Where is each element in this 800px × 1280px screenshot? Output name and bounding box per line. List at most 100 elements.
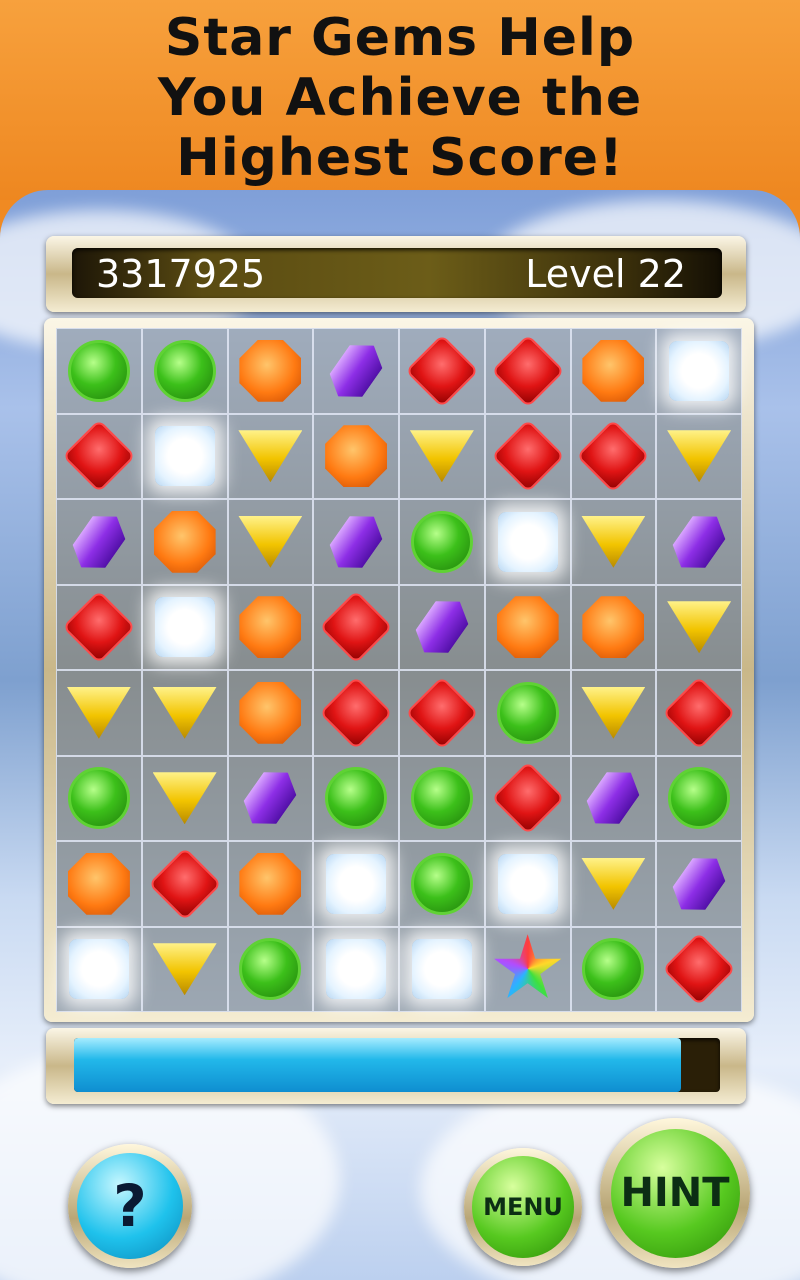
- board-cell[interactable]: [399, 755, 485, 841]
- red-gem-icon: [490, 761, 565, 836]
- red-gem-icon: [576, 419, 651, 494]
- board-cell[interactable]: [56, 584, 142, 670]
- board-cell[interactable]: [399, 584, 485, 670]
- white-gem-icon: [326, 853, 387, 914]
- board-cell[interactable]: [313, 841, 399, 927]
- board-cell[interactable]: [56, 926, 142, 1012]
- board-cell[interactable]: [313, 584, 399, 670]
- progress-fill: [74, 1038, 682, 1092]
- board-cell[interactable]: [484, 926, 571, 1012]
- board-cell[interactable]: [656, 413, 742, 499]
- white-gem-icon: [154, 426, 215, 487]
- board-cell[interactable]: [656, 670, 742, 756]
- board-cell[interactable]: [484, 584, 571, 670]
- green-gem-icon: [67, 767, 130, 830]
- board-cell[interactable]: [313, 926, 399, 1012]
- purple-gem-icon: [236, 761, 304, 835]
- board-cell[interactable]: [399, 499, 485, 585]
- board-cell[interactable]: [227, 328, 314, 414]
- purple-gem-icon: [322, 334, 390, 408]
- board-cell[interactable]: [313, 755, 399, 841]
- board-cell[interactable]: [227, 755, 314, 841]
- board-cell[interactable]: [656, 926, 742, 1012]
- banner-line-1: Star Gems Help: [164, 8, 636, 68]
- board-cell[interactable]: [399, 841, 485, 927]
- board-cell[interactable]: [399, 413, 485, 499]
- board-cell[interactable]: [313, 328, 399, 414]
- board-cell[interactable]: [570, 755, 657, 841]
- red-gem-icon: [662, 932, 736, 1007]
- board-cell[interactable]: [141, 926, 228, 1012]
- orange-gem-icon: [239, 596, 302, 659]
- board-cell[interactable]: [484, 413, 571, 499]
- green-gem-icon: [410, 767, 473, 830]
- orange-gem-icon: [67, 852, 130, 915]
- board-cell[interactable]: [227, 499, 314, 585]
- board-cell[interactable]: [141, 413, 228, 499]
- board-cell[interactable]: [227, 926, 314, 1012]
- yellow-gem-icon: [581, 857, 646, 910]
- orange-gem-icon: [239, 339, 302, 402]
- red-gem-icon: [405, 675, 479, 750]
- board-cell[interactable]: [313, 499, 399, 585]
- orange-gem-icon: [239, 681, 302, 744]
- board-cell[interactable]: [570, 670, 657, 756]
- hint-button[interactable]: HINT: [600, 1118, 750, 1268]
- board-cell[interactable]: [484, 328, 571, 414]
- board-cell[interactable]: [656, 328, 742, 414]
- board-cell[interactable]: [570, 926, 657, 1012]
- board-cell[interactable]: [570, 499, 657, 585]
- board-cell[interactable]: [141, 328, 228, 414]
- board-cell[interactable]: [399, 670, 485, 756]
- red-gem-icon: [490, 333, 565, 408]
- score-value: 3317925: [96, 252, 266, 296]
- board-cell[interactable]: [484, 755, 571, 841]
- board-cell[interactable]: [570, 328, 657, 414]
- board-cell[interactable]: [141, 670, 228, 756]
- board-cell[interactable]: [570, 413, 657, 499]
- board-cell[interactable]: [656, 584, 742, 670]
- board-cell[interactable]: [656, 755, 742, 841]
- board-cell[interactable]: [141, 499, 228, 585]
- progress-bar: [74, 1038, 720, 1092]
- board-cell[interactable]: [227, 413, 314, 499]
- green-gem-icon: [410, 510, 473, 573]
- board-cell[interactable]: [227, 670, 314, 756]
- board-cell[interactable]: [313, 413, 399, 499]
- help-icon: ?: [76, 1152, 184, 1260]
- help-label: ?: [113, 1172, 147, 1240]
- white-gem-icon: [68, 939, 129, 1000]
- purple-gem-icon: [322, 505, 390, 579]
- board-cell[interactable]: [656, 499, 742, 585]
- board-cell[interactable]: [570, 584, 657, 670]
- board-cell[interactable]: [141, 584, 228, 670]
- board-cell[interactable]: [399, 926, 485, 1012]
- board-cell[interactable]: [227, 584, 314, 670]
- menu-button-face: MENU: [472, 1156, 574, 1258]
- board-cell[interactable]: [56, 670, 142, 756]
- help-button[interactable]: ?: [68, 1144, 192, 1268]
- board-cell[interactable]: [656, 841, 742, 927]
- board-cell[interactable]: [313, 670, 399, 756]
- white-gem-icon: [497, 853, 558, 914]
- board-cell[interactable]: [484, 499, 571, 585]
- purple-gem-icon: [665, 847, 733, 921]
- board-cell[interactable]: [56, 755, 142, 841]
- gem-board: [56, 328, 742, 1012]
- board-cell[interactable]: [484, 670, 571, 756]
- board-cell[interactable]: [484, 841, 571, 927]
- board-cell[interactable]: [56, 413, 142, 499]
- board-cell[interactable]: [141, 841, 228, 927]
- orange-gem-icon: [325, 425, 388, 488]
- board-cell[interactable]: [56, 841, 142, 927]
- orange-gem-icon: [239, 852, 302, 915]
- board-cell[interactable]: [141, 755, 228, 841]
- board-cell[interactable]: [56, 499, 142, 585]
- red-gem-icon: [662, 675, 736, 750]
- board-cell[interactable]: [56, 328, 142, 414]
- board-cell[interactable]: [227, 841, 314, 927]
- board-cell[interactable]: [399, 328, 485, 414]
- board-cell[interactable]: [570, 841, 657, 927]
- menu-button[interactable]: MENU: [464, 1148, 582, 1266]
- yellow-gem-icon: [581, 686, 646, 739]
